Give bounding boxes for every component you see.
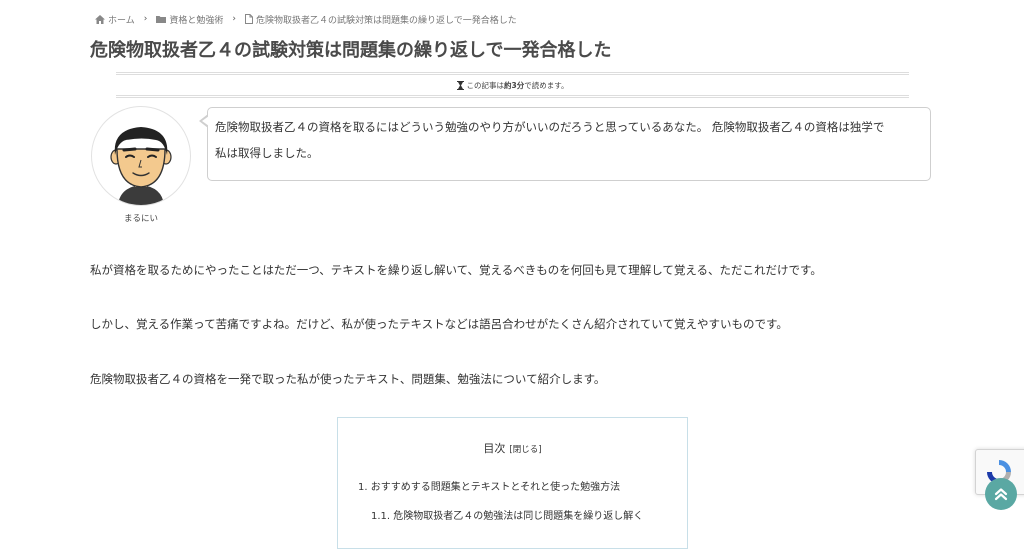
home-icon — [95, 14, 105, 24]
breadcrumb-current: 危険物取扱者乙４の試験対策は問題集の繰り返しで一発合格した — [244, 13, 517, 26]
paragraph-3: 危険物取扱者乙４の資格を一発で取った私が使ったテキスト、問題集、勉強法について紹… — [90, 372, 606, 386]
speech-line-2: 私は取得しました。 — [215, 146, 319, 160]
table-of-contents: 目次 [閉じる] 1. おすすめする問題集とテキストとそれと使った勉強方法 1.1… — [337, 417, 688, 549]
read-time-value: 約3分 — [504, 80, 525, 90]
paragraph-2: しかし、覚える作業って苦痛ですよね。だけど、私が使ったテキストなどは語呂合わせが… — [90, 317, 788, 331]
read-time-prefix: この記事は — [466, 80, 505, 90]
breadcrumb-current-label: 危険物取扱者乙４の試験対策は問題集の繰り返しで一発合格した — [255, 15, 517, 26]
chevron-right-icon: › — [143, 14, 148, 24]
breadcrumb-category-label: 資格と勉強術 — [169, 15, 224, 26]
breadcrumb: ホーム › 資格と勉強術 › 危険物取扱者乙４の試験対策は問題集の繰り返しで一発… — [95, 11, 517, 27]
avatar-illustration — [110, 127, 172, 205]
folder-icon — [156, 16, 167, 23]
breadcrumb-home-label: ホーム — [108, 15, 135, 26]
speech-bubble-tail-inner — [202, 116, 209, 126]
toc-item-1-1[interactable]: 1.1. 危険物取扱者乙４の勉強法は同じ問題集を繰り返し解く — [371, 507, 643, 522]
read-time: この記事は 約3分 で読めます。 — [116, 72, 909, 98]
avatar — [91, 106, 191, 206]
double-chevron-up-icon — [994, 488, 1008, 501]
file-icon — [244, 14, 253, 24]
read-time-suffix: で読めます。 — [524, 80, 569, 90]
toc-title: 目次 — [483, 442, 506, 455]
speaker-name: まるにい — [123, 214, 158, 224]
speech-bubble: 危険物取扱者乙４の資格を取るにはどういう勉強のやり方がいいのだろうと思っているあ… — [207, 107, 931, 181]
page-title: 危険物取扱者乙４の試験対策は問題集の繰り返しで一発合格した — [90, 40, 612, 61]
breadcrumb-home-link[interactable]: ホーム — [95, 13, 135, 26]
speech-line-1: 危険物取扱者乙４の資格を取るにはどういう勉強のやり方がいいのだろうと思っているあ… — [215, 120, 885, 134]
breadcrumb-category-link[interactable]: 資格と勉強術 — [156, 13, 223, 26]
toc-toggle-link[interactable]: [閉じる] — [509, 445, 541, 455]
toc-item-1[interactable]: 1. おすすめする問題集とテキストとそれと使った勉強方法 — [358, 478, 620, 493]
chevron-right-icon: › — [232, 14, 236, 24]
toc-header: 目次 [閉じる] — [338, 440, 687, 456]
back-to-top-button[interactable] — [985, 478, 1017, 510]
paragraph-1: 私が資格を取るためにやったことはただ一つ、テキストを繰り返し解いて、覚えるべきも… — [90, 263, 822, 277]
hourglass-icon — [456, 80, 464, 90]
